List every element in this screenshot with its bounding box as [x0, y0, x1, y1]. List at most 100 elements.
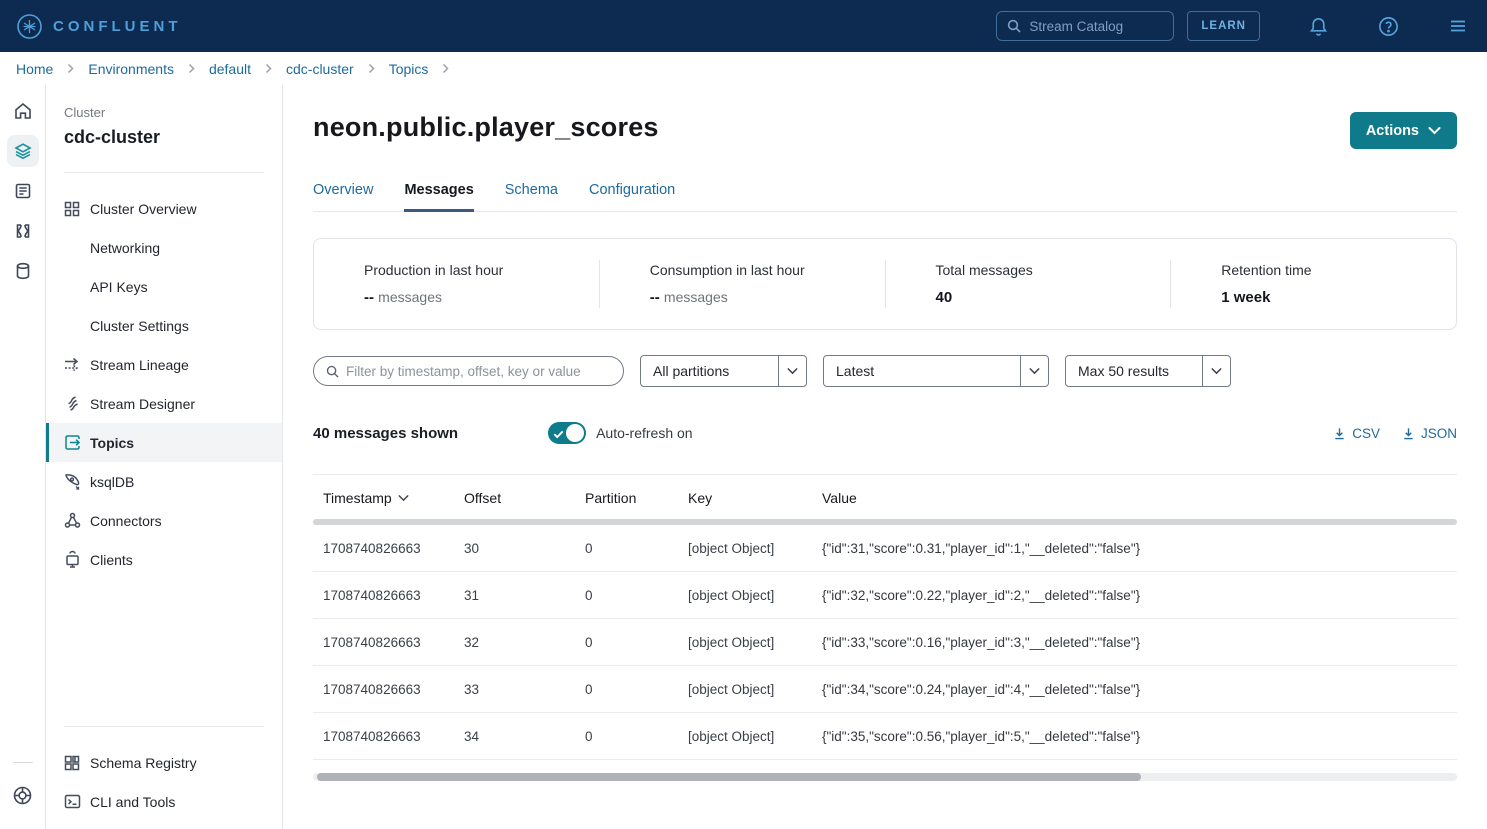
topic-export-icon: [62, 433, 82, 453]
column-label: Timestamp: [323, 490, 392, 506]
cell-value: {"id":31,"score":0.31,"player_id":1,"__d…: [822, 541, 1457, 556]
tab-overview[interactable]: Overview: [313, 182, 373, 212]
actions-button-label: Actions: [1366, 123, 1419, 139]
partition-select[interactable]: All partitions: [640, 355, 807, 387]
column-value[interactable]: Value: [822, 490, 1457, 506]
status-row: 40 messages shown Auto-refresh on CSV: [313, 422, 1457, 444]
cell-timestamp: 1708740826663: [313, 635, 464, 650]
stat-label: Retention time: [1221, 262, 1444, 278]
cell-key: [object Object]: [688, 729, 822, 744]
download-json-link[interactable]: JSON: [1402, 426, 1457, 441]
stat-label: Consumption in last hour: [650, 262, 873, 278]
stat-number: 40: [936, 289, 953, 306]
breadcrumb-environments[interactable]: Environments: [88, 61, 174, 77]
column-key[interactable]: Key: [688, 490, 822, 506]
partition-select-value: All partitions: [641, 363, 778, 379]
table-row[interactable]: 1708740826663300[object Object]{"id":31,…: [313, 525, 1457, 572]
stat-total-messages: Total messages 40: [885, 260, 1171, 308]
stat-value: 40: [936, 289, 1159, 306]
sidebar-item-stream-designer[interactable]: Stream Designer: [46, 384, 282, 423]
breadcrumb: Home Environments default cdc-cluster To…: [0, 52, 1487, 85]
sidebar-item-topics[interactable]: Topics: [46, 423, 282, 462]
globe-icon[interactable]: [7, 779, 39, 811]
filter-row: All partitions Latest Max 50 results: [313, 355, 1457, 387]
column-partition[interactable]: Partition: [585, 490, 688, 506]
horizontal-scrollbar-thumb[interactable]: [317, 773, 1141, 781]
limit-select[interactable]: Max 50 results: [1065, 355, 1231, 387]
app-window: CONFLUENT LEARN: [0, 0, 1487, 829]
chevron-right-icon: [441, 63, 450, 74]
stat-value: -- messages: [650, 289, 873, 306]
column-timestamp[interactable]: Timestamp: [313, 490, 464, 506]
sidebar-item-clients[interactable]: Clients: [46, 540, 282, 579]
cell-key: [object Object]: [688, 682, 822, 697]
message-filter-search[interactable]: [313, 356, 624, 386]
auto-refresh-toggle[interactable]: [548, 422, 586, 444]
stack-icon[interactable]: [7, 135, 39, 167]
cluster-name: cdc-cluster: [64, 127, 264, 148]
stat-number: --: [650, 289, 660, 306]
sidebar-item-schema-registry[interactable]: Schema Registry: [46, 743, 282, 782]
sidebar-item-stream-lineage[interactable]: Stream Lineage: [46, 345, 282, 384]
order-select[interactable]: Latest: [823, 355, 1049, 387]
monitor-icon: [62, 550, 82, 570]
chevron-down-icon: [1428, 126, 1441, 135]
download-csv-link[interactable]: CSV: [1333, 426, 1380, 441]
sidebar-item-ksqldb[interactable]: ksqlDB: [46, 462, 282, 501]
cell-offset: 30: [464, 541, 585, 556]
table-body: 1708740826663300[object Object]{"id":31,…: [313, 525, 1457, 760]
learn-button[interactable]: LEARN: [1187, 11, 1260, 41]
sidebar-item-api-keys[interactable]: API Keys: [46, 267, 282, 306]
cell-key: [object Object]: [688, 635, 822, 650]
table-row[interactable]: 1708740826663330[object Object]{"id":34,…: [313, 666, 1457, 713]
cell-partition: 0: [585, 588, 688, 603]
stream-catalog-input[interactable]: [1029, 19, 1163, 34]
sidebar-footer-divider: [64, 726, 264, 727]
document-icon[interactable]: [7, 175, 39, 207]
sidebar-item-networking[interactable]: Networking: [46, 228, 282, 267]
help-icon[interactable]: [1377, 15, 1400, 38]
stream-catalog-search[interactable]: [996, 11, 1174, 41]
breadcrumb-topics[interactable]: Topics: [389, 61, 429, 77]
breadcrumb-home[interactable]: Home: [16, 61, 53, 77]
stat-value: 1 week: [1221, 289, 1444, 306]
cell-timestamp: 1708740826663: [313, 729, 464, 744]
column-offset[interactable]: Offset: [464, 490, 585, 506]
order-select-value: Latest: [824, 363, 1020, 379]
sidebar-item-cluster-overview[interactable]: Cluster Overview: [46, 189, 282, 228]
flow-icon[interactable]: [7, 215, 39, 247]
bell-icon[interactable]: [1307, 15, 1330, 38]
database-icon[interactable]: [7, 255, 39, 287]
sidebar-item-cli-and-tools[interactable]: CLI and Tools: [46, 782, 282, 821]
actions-button[interactable]: Actions: [1350, 112, 1457, 149]
tab-configuration[interactable]: Configuration: [589, 182, 675, 212]
message-filter-input[interactable]: [346, 364, 611, 379]
sidebar-item-label: Stream Designer: [90, 396, 195, 412]
sidebar-item-label: Networking: [90, 240, 160, 256]
tab-schema[interactable]: Schema: [505, 182, 558, 212]
topic-tabs: Overview Messages Schema Configuration: [313, 182, 1457, 212]
cell-key: [object Object]: [688, 588, 822, 603]
table-row[interactable]: 1708740826663320[object Object]{"id":33,…: [313, 619, 1457, 666]
horizontal-scrollbar-track[interactable]: [313, 773, 1457, 781]
table-row[interactable]: 1708740826663340[object Object]{"id":35,…: [313, 713, 1457, 760]
breadcrumb-default[interactable]: default: [209, 61, 251, 77]
terminal-icon: [62, 792, 82, 812]
toggle-knob: [566, 424, 584, 442]
sidebar-item-cluster-settings[interactable]: Cluster Settings: [46, 306, 282, 345]
table-row[interactable]: 1708740826663310[object Object]{"id":32,…: [313, 572, 1457, 619]
home-icon[interactable]: [7, 95, 39, 127]
icon-rail: [0, 85, 46, 829]
designer-waves-icon: [62, 394, 82, 414]
menu-icon[interactable]: [1447, 15, 1469, 37]
chevron-down-icon: [1020, 356, 1048, 386]
tab-messages[interactable]: Messages: [404, 182, 473, 212]
confluent-logo[interactable]: CONFLUENT: [16, 13, 182, 40]
messages-table: Timestamp Offset Partition Key Value 170…: [313, 474, 1457, 781]
grid-icon: [62, 199, 82, 219]
chevron-right-icon: [66, 63, 75, 74]
sort-chevron-icon: [398, 494, 409, 502]
cell-partition: 0: [585, 729, 688, 744]
sidebar-item-connectors[interactable]: Connectors: [46, 501, 282, 540]
breadcrumb-cdc-cluster[interactable]: cdc-cluster: [286, 61, 354, 77]
